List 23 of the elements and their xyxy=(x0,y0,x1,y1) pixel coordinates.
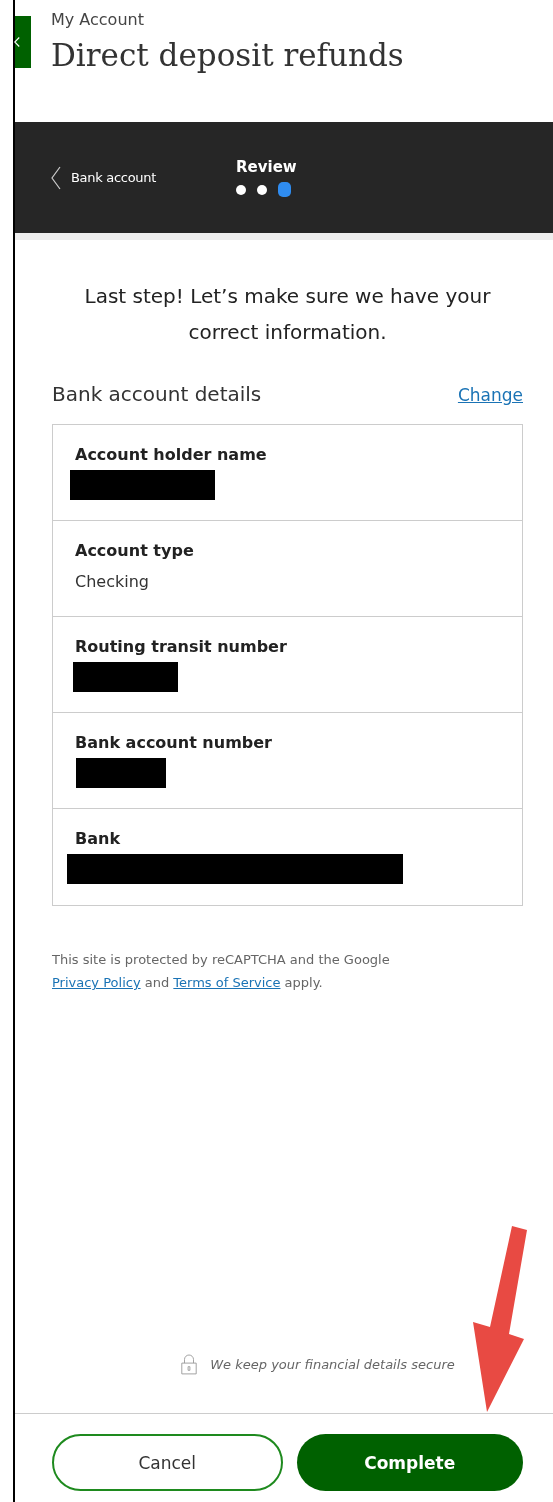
privacy-link[interactable]: Privacy Policy xyxy=(52,975,141,990)
step-label: Review xyxy=(236,158,297,176)
page-title: Direct deposit refunds xyxy=(51,37,404,73)
action-button[interactable]: Complete xyxy=(296,1434,523,1491)
field-label: Bank xyxy=(75,829,122,848)
back-link[interactable]: Bank account xyxy=(51,165,236,190)
section-heading: Bank account details xyxy=(52,382,262,406)
terms-link[interactable]: Terms of Service xyxy=(173,975,281,990)
field-label: Account type xyxy=(75,541,195,560)
chevron-icon xyxy=(51,165,61,190)
lock-icon xyxy=(180,1353,199,1375)
security-note: We keep your financial details secure xyxy=(210,1356,455,1372)
action-button[interactable]: Cancel xyxy=(52,1434,283,1491)
field-label: Bank account number xyxy=(75,733,273,752)
intro-text: Last step! Let’s make sure we have your correct information. xyxy=(83,283,492,346)
change-link[interactable]: Change xyxy=(457,385,523,405)
field-value: Checking xyxy=(75,572,150,591)
recaptcha-notice: This site is protected by reCAPTCHA and the Google Privacy Policy and Terms of Service apply. xyxy=(52,951,391,992)
field-label: Account holder name xyxy=(75,445,268,464)
breadcrumb: My Account xyxy=(51,10,145,29)
back-tab[interactable] xyxy=(15,16,31,68)
chevron-icon xyxy=(14,35,20,49)
field-label: Routing transit number xyxy=(75,637,288,656)
